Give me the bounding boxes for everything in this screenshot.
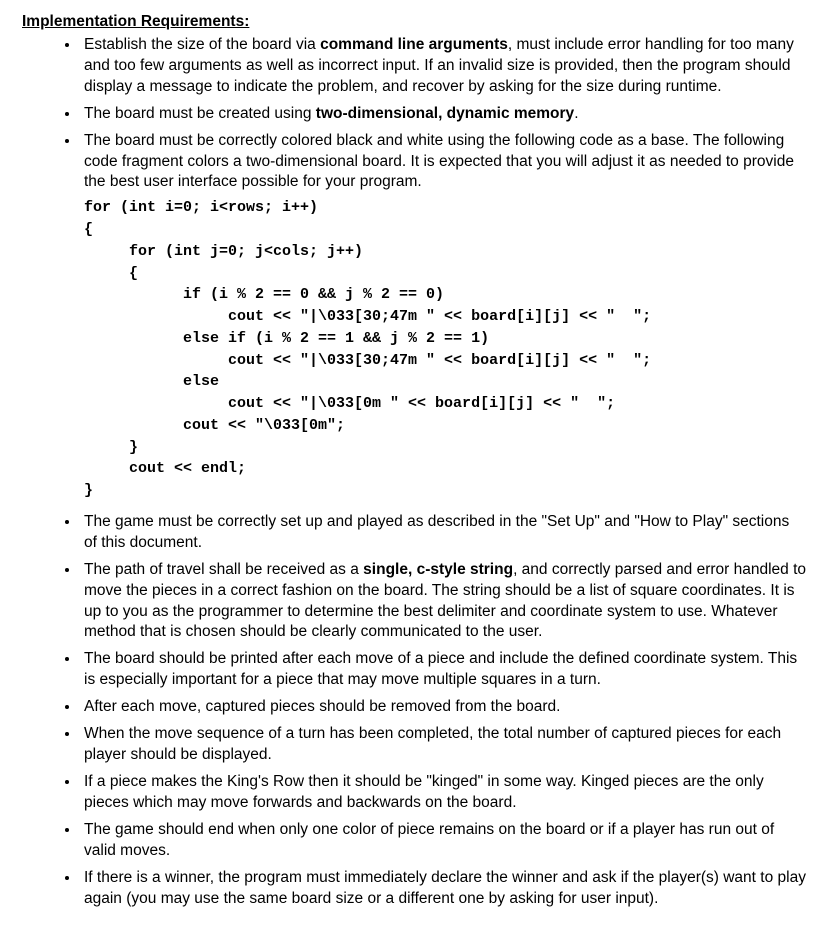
text: . [574,105,578,122]
text: Establish the size of the board via [84,36,320,53]
text: The game must be correctly set up and pl… [84,513,789,551]
list-item: Establish the size of the board via comm… [80,35,806,98]
bold-text: single, c-style string [363,561,513,578]
text: The path of travel shall be received as … [84,561,363,578]
list-item: The board must be correctly colored blac… [80,131,806,502]
list-item: If a piece makes the King's Row then it … [80,772,806,814]
section-heading: Implementation Requirements: [22,12,806,33]
list-item: The game should end when only one color … [80,820,806,862]
text: If there is a winner, the program must i… [84,869,806,907]
bold-text: two-dimensional, dynamic memory [316,105,574,122]
text: If a piece makes the King's Row then it … [84,773,764,811]
list-item: If there is a winner, the program must i… [80,868,806,910]
text: The game should end when only one color … [84,821,774,859]
list-item: The board must be created using two-dime… [80,104,806,125]
list-item: When the move sequence of a turn has bee… [80,724,806,766]
code-block: for (int i=0; i<rows; i++) { for (int j=… [84,197,806,502]
list-item: The game must be correctly set up and pl… [80,512,806,554]
list-item: After each move, captured pieces should … [80,697,806,718]
text: The board must be correctly colored blac… [84,132,794,191]
text: The board should be printed after each m… [84,650,797,688]
list-item: The path of travel shall be received as … [80,560,806,644]
bold-text: command line arguments [320,36,508,53]
text: The board must be created using [84,105,316,122]
requirements-list: Establish the size of the board via comm… [22,35,806,910]
text: When the move sequence of a turn has bee… [84,725,781,763]
list-item: The board should be printed after each m… [80,649,806,691]
text: After each move, captured pieces should … [84,698,560,715]
